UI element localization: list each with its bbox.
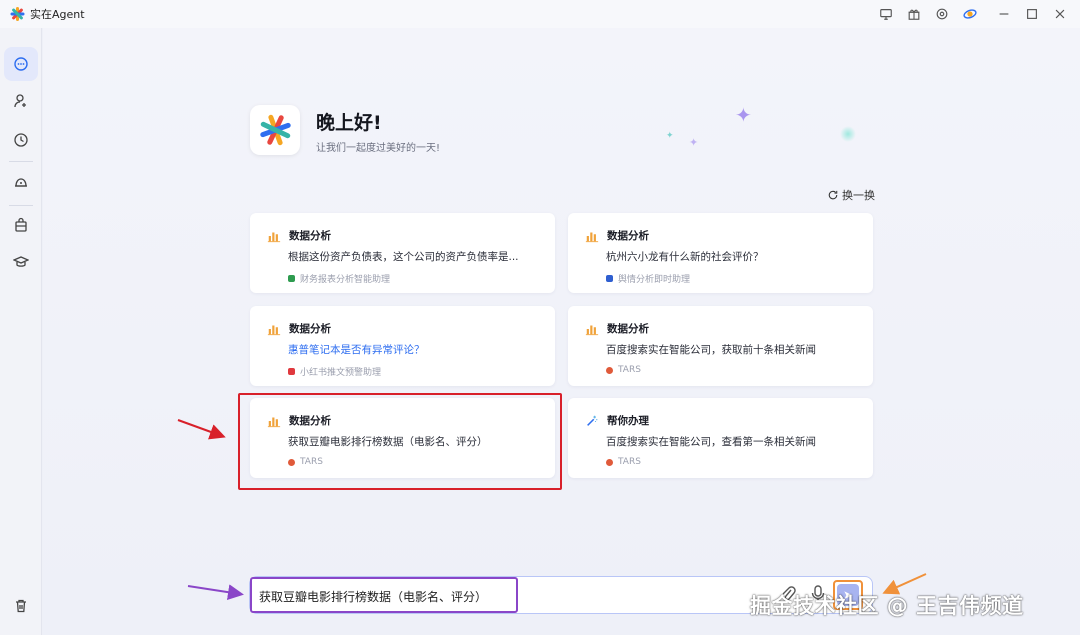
card-title: 数据分析: [289, 230, 331, 242]
greeting-title: 晚上好!: [316, 112, 382, 134]
suggestion-card[interactable]: 数据分析 百度搜索实在智能公司，获取前十条相关新闻 TARS: [568, 306, 873, 386]
bag-icon: [15, 217, 27, 232]
card-source: 小红书推文预警助理: [300, 368, 382, 378]
sparkle-icon: ✦: [689, 136, 699, 149]
refresh-label: 换一换: [842, 189, 875, 202]
highlight-box-red: [238, 393, 562, 490]
tars-icon: [606, 458, 613, 466]
sidebar-item-learn[interactable]: [4, 245, 38, 279]
card-source: TARS: [618, 365, 641, 375]
suggestion-card[interactable]: 数据分析 惠普笔记本是否有异常评论？ 小红书推文预警助理: [250, 306, 555, 386]
robot-icon: [15, 178, 27, 187]
highlight-box-purple: [250, 577, 518, 613]
title-bar: 实在Agent: [0, 0, 1080, 28]
card-source: 财务报表分析智能助理: [300, 275, 391, 285]
assistant-logo-icon: [250, 105, 300, 155]
card-text: 百度搜索实在智能公司，查看第一条相关新闻: [606, 436, 816, 448]
close-icon[interactable]: [1046, 0, 1074, 28]
bar-chart-icon: [267, 325, 281, 335]
card-title: 数据分析: [607, 323, 649, 335]
sparkle-icon: ✦: [735, 103, 752, 127]
suggestion-card[interactable]: 数据分析 根据这份资产负债表，这个公司的资产负债率是... 财务报表分析智能助理: [250, 213, 555, 293]
chat-icon: [14, 57, 28, 71]
magic-wand-icon: [587, 415, 598, 426]
watermark-text: 掘金技术社区 @ 王吉伟频道: [750, 594, 1024, 618]
maximize-icon[interactable]: [1018, 0, 1046, 28]
bar-chart-icon: [267, 232, 281, 242]
glow-dot: [840, 126, 856, 142]
sidebar-item-contacts[interactable]: [4, 84, 38, 118]
card-text: 根据这份资产负债表，这个公司的资产负债率是...: [288, 251, 519, 263]
card-title: 数据分析: [607, 230, 649, 242]
card-text: 百度搜索实在智能公司，获取前十条相关新闻: [606, 344, 816, 356]
source-icon: [288, 275, 295, 282]
agent-badge-icon[interactable]: [956, 0, 984, 28]
sidebar-item-trash[interactable]: [4, 589, 38, 623]
app-logo-icon: [10, 7, 25, 21]
suggestion-card[interactable]: 帮你办理 百度搜索实在智能公司，查看第一条相关新闻 TARS: [568, 398, 873, 478]
graduation-cap-icon: [13, 256, 29, 267]
monitor-icon[interactable]: [872, 0, 900, 28]
card-text-link[interactable]: 惠普笔记本是否有异常评论？: [288, 342, 425, 357]
sidebar-item-apps[interactable]: [4, 208, 38, 242]
clock-icon: [14, 133, 28, 147]
refresh-icon: [828, 190, 838, 200]
sidebar: [0, 28, 42, 635]
minimize-icon[interactable]: [990, 0, 1018, 28]
source-icon: [288, 368, 295, 375]
bar-chart-icon: [585, 232, 599, 242]
card-source: TARS: [618, 457, 641, 467]
greeting-subtitle: 让我们一起度过美好的一天!: [316, 143, 441, 154]
app-title: 实在Agent: [30, 8, 85, 21]
sidebar-item-robot[interactable]: [4, 165, 38, 199]
user-add-icon: [14, 94, 26, 108]
card-title: 数据分析: [289, 323, 331, 335]
card-text: 杭州六小龙有什么新的社会评价？: [606, 251, 764, 263]
card-source: 舆情分析即时助理: [618, 275, 691, 285]
tars-icon: [606, 366, 613, 374]
sidebar-item-history[interactable]: [4, 123, 38, 157]
sidebar-item-chat[interactable]: [4, 47, 38, 81]
target-icon[interactable]: [928, 0, 956, 28]
source-icon: [606, 275, 613, 282]
main-panel: 晚上好! 让我们一起度过美好的一天! ✦ ✦ ✦ 换一换 数据分析 根据这份资产…: [43, 28, 1080, 635]
trash-icon: [16, 599, 26, 613]
bar-chart-icon: [585, 325, 599, 335]
refresh-button[interactable]: 换一换: [827, 187, 875, 203]
sparkle-icon: ✦: [666, 131, 674, 141]
gift-icon[interactable]: [900, 0, 928, 28]
suggestion-card[interactable]: 数据分析 杭州六小龙有什么新的社会评价？ 舆情分析即时助理: [568, 213, 873, 293]
card-title: 帮你办理: [607, 415, 649, 427]
